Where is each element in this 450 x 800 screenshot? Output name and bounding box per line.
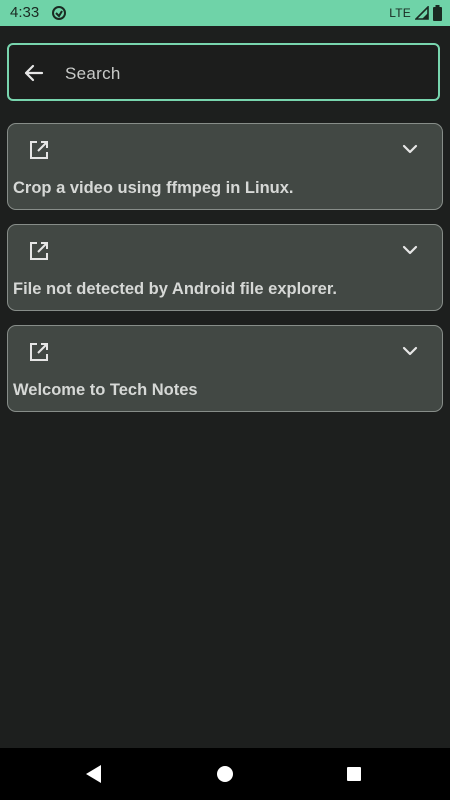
battery-icon (433, 5, 442, 21)
circle-home-icon[interactable] (217, 766, 233, 782)
navigation-bar (0, 748, 450, 800)
sync-icon (52, 6, 66, 20)
status-bar: 4:33 LTE (0, 0, 450, 26)
note-title: Welcome to Tech Notes (13, 381, 198, 399)
open-in-new-icon[interactable] (28, 139, 50, 161)
note-card[interactable]: Crop a video using ffmpeg in Linux. (7, 123, 443, 210)
search-input[interactable]: Search (65, 64, 121, 84)
status-time: 4:33 (10, 4, 40, 21)
chevron-down-icon[interactable] (400, 240, 420, 260)
note-title: Crop a video using ffmpeg in Linux. (13, 179, 294, 197)
chevron-down-icon[interactable] (400, 341, 420, 361)
notes-list: Crop a video using ffmpeg in Linux. File… (7, 123, 443, 426)
status-indicators: LTE (389, 4, 442, 22)
note-card[interactable]: File not detected by Android file explor… (7, 224, 443, 311)
signal-icon (415, 6, 429, 20)
open-in-new-icon[interactable] (28, 240, 50, 262)
open-in-new-icon[interactable] (28, 341, 50, 363)
triangle-back-icon[interactable] (86, 765, 102, 783)
note-card[interactable]: Welcome to Tech Notes (7, 325, 443, 412)
arrow-left-icon[interactable] (23, 62, 45, 84)
search-bar[interactable]: Search (7, 43, 440, 101)
chevron-down-icon[interactable] (400, 139, 420, 159)
square-recents-icon[interactable] (347, 767, 361, 781)
network-label: LTE (389, 6, 411, 20)
note-title: File not detected by Android file explor… (13, 280, 337, 298)
